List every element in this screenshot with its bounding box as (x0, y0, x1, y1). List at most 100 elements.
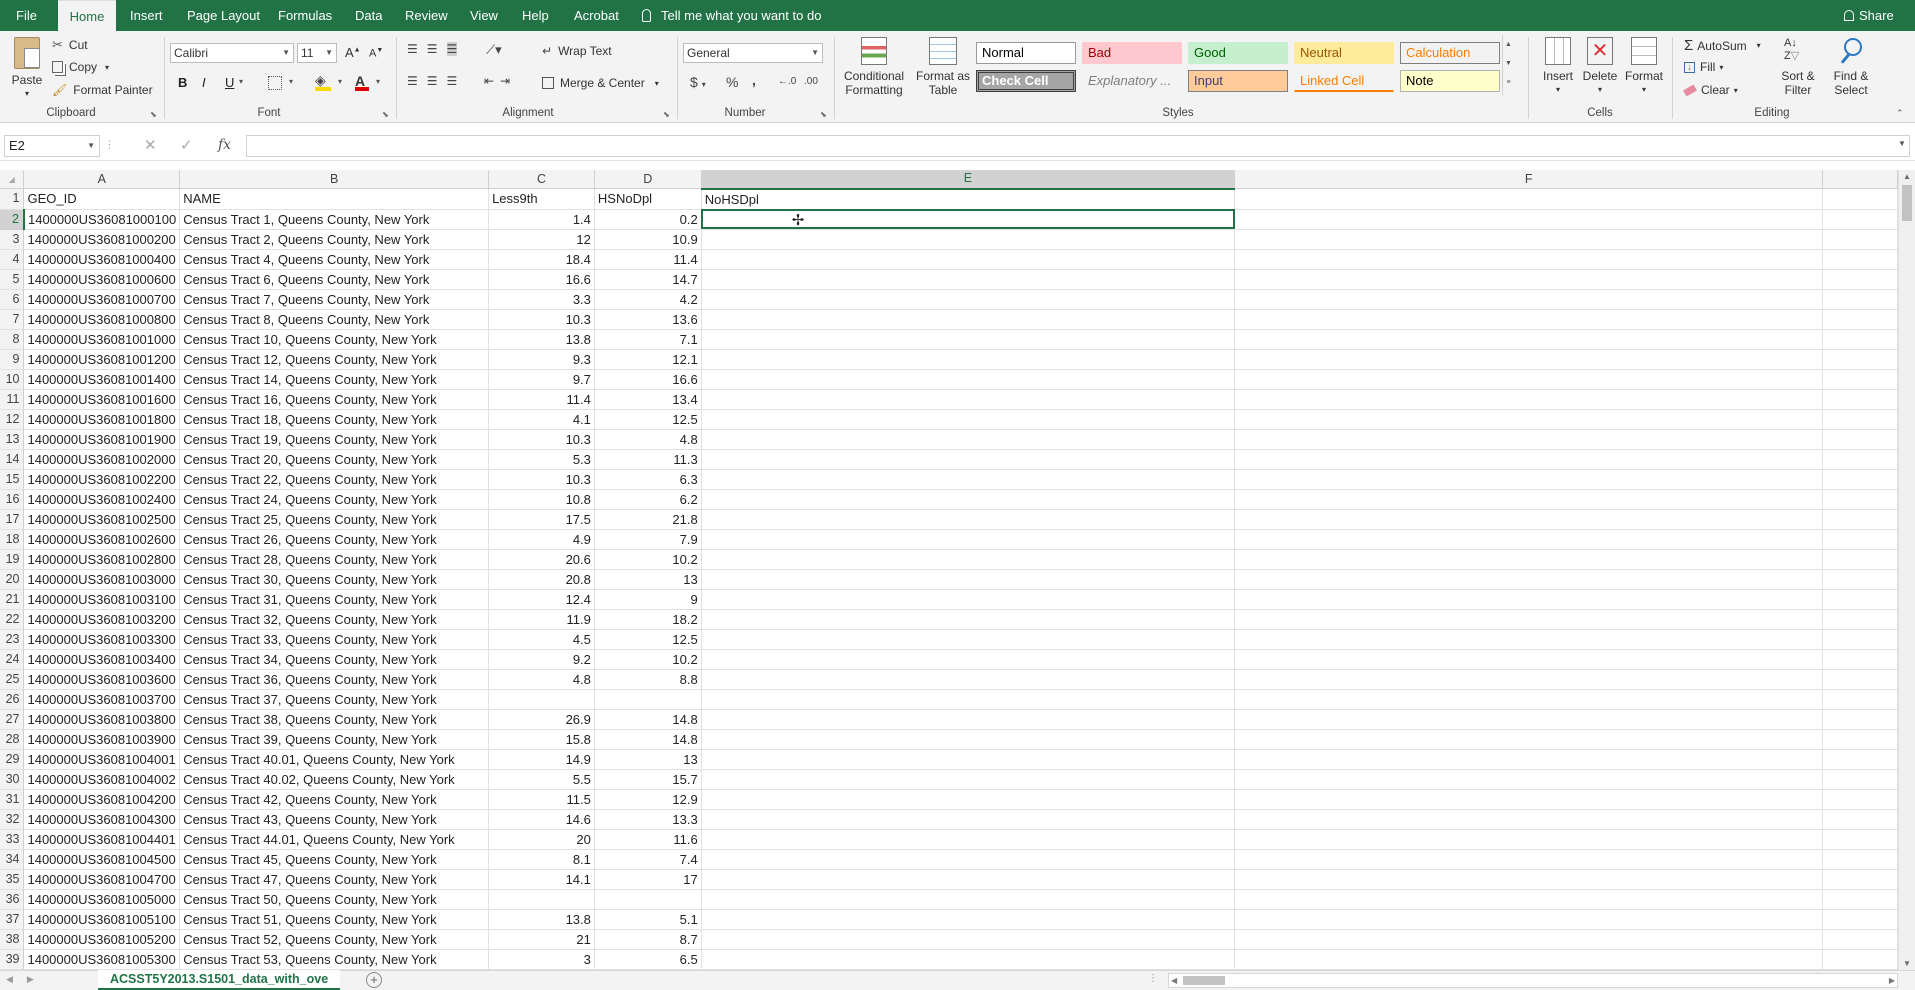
row-header[interactable]: 6 (0, 289, 24, 309)
row-header[interactable]: 34 (0, 849, 24, 869)
cell-e24[interactable] (701, 649, 1234, 669)
cell-style-note[interactable]: Note (1400, 70, 1500, 92)
cell-d32[interactable]: 13.3 (594, 809, 701, 829)
cell-f22[interactable] (1235, 609, 1823, 629)
cell-b10[interactable]: Census Tract 14, Queens County, New York (180, 369, 489, 389)
cell-b2[interactable]: Census Tract 1, Queens County, New York (180, 209, 489, 229)
scroll-down-icon[interactable]: ▼ (1899, 959, 1915, 968)
cell-f7[interactable] (1235, 309, 1823, 329)
cell-b35[interactable]: Census Tract 47, Queens County, New York (180, 869, 489, 889)
paste-button[interactable]: Paste ▾ (8, 37, 46, 101)
cell-b21[interactable]: Census Tract 31, Queens County, New York (180, 589, 489, 609)
cell-c36[interactable] (489, 889, 595, 909)
cell-d24[interactable]: 10.2 (594, 649, 701, 669)
row-header[interactable]: 18 (0, 529, 24, 549)
column-header-f[interactable]: F (1235, 170, 1823, 189)
cell-d34[interactable]: 7.4 (594, 849, 701, 869)
cell-c25[interactable]: 4.8 (489, 669, 595, 689)
cell-f13[interactable] (1235, 429, 1823, 449)
cell-c12[interactable]: 4.1 (489, 409, 595, 429)
cell-f9[interactable] (1235, 349, 1823, 369)
cell-c7[interactable]: 10.3 (489, 309, 595, 329)
cell-c35[interactable]: 14.1 (489, 869, 595, 889)
row-header[interactable]: 5 (0, 269, 24, 289)
tab-formulas[interactable]: Formulas (278, 0, 332, 31)
cell-a6[interactable]: 1400000US36081000700 (24, 289, 180, 309)
cell-d35[interactable]: 17 (594, 869, 701, 889)
cell-style-calculation[interactable]: Calculation (1400, 42, 1500, 64)
row-header[interactable]: 36 (0, 889, 24, 909)
currency-button[interactable]: $▾ (690, 74, 706, 90)
font-name-combo[interactable]: Calibri▼ (170, 43, 294, 63)
cell-b6[interactable]: Census Tract 7, Queens County, New York (180, 289, 489, 309)
cell-c20[interactable]: 20.8 (489, 569, 595, 589)
format-painter-button[interactable]: 🖌Format Painter (52, 83, 153, 97)
cell-d3[interactable]: 10.9 (594, 229, 701, 249)
cell-f14[interactable] (1235, 449, 1823, 469)
cell-a14[interactable]: 1400000US36081002000 (24, 449, 180, 469)
tab-data[interactable]: Data (355, 0, 382, 31)
cell-style-bad[interactable]: Bad (1082, 42, 1182, 64)
sheet-tab-active[interactable]: ACSST5Y2013.S1501_data_with_ove (98, 970, 340, 990)
cell-e8[interactable] (701, 329, 1234, 349)
cell-b23[interactable]: Census Tract 33, Queens County, New York (180, 629, 489, 649)
cell-b31[interactable]: Census Tract 42, Queens County, New York (180, 789, 489, 809)
percent-button[interactable]: % (726, 74, 738, 90)
cell-c1[interactable]: Less9th (489, 189, 595, 210)
indent-icons[interactable]: ⇤⇥ (484, 74, 516, 88)
cell-c27[interactable]: 26.9 (489, 709, 595, 729)
cell-e39[interactable] (701, 949, 1234, 969)
borders-icon[interactable] (268, 76, 282, 90)
cell-d13[interactable]: 4.8 (594, 429, 701, 449)
cell-c24[interactable]: 9.2 (489, 649, 595, 669)
cell-d38[interactable]: 8.7 (594, 929, 701, 949)
formula-input[interactable] (246, 135, 1910, 157)
cell-f30[interactable] (1235, 769, 1823, 789)
row-header[interactable]: 15 (0, 469, 24, 489)
cell-c14[interactable]: 5.3 (489, 449, 595, 469)
collapse-ribbon-icon[interactable]: ⌃ (1896, 108, 1904, 119)
cell-f17[interactable] (1235, 509, 1823, 529)
bold-button[interactable]: B (178, 75, 187, 90)
tab-page-layout[interactable]: Page Layout (187, 0, 260, 31)
merge-center-button[interactable]: Merge & Center▾ (542, 76, 659, 90)
cell-c2[interactable]: 1.4 (489, 209, 595, 229)
column-header-c[interactable]: C (489, 170, 595, 189)
cell-d33[interactable]: 11.6 (594, 829, 701, 849)
row-header[interactable]: 23 (0, 629, 24, 649)
vertical-scrollbar[interactable]: ▲ ▼ (1898, 170, 1915, 970)
cell-f4[interactable] (1235, 249, 1823, 269)
row-header[interactable]: 9 (0, 349, 24, 369)
cell-f19[interactable] (1235, 549, 1823, 569)
cell-e12[interactable] (701, 409, 1234, 429)
cell-f31[interactable] (1235, 789, 1823, 809)
chevron-down-icon[interactable]: ▾ (338, 77, 342, 86)
cell-d8[interactable]: 7.1 (594, 329, 701, 349)
cell-e18[interactable] (701, 529, 1234, 549)
cell-f10[interactable] (1235, 369, 1823, 389)
cell-c17[interactable]: 17.5 (489, 509, 595, 529)
cell-a15[interactable]: 1400000US36081002200 (24, 469, 180, 489)
cell-e35[interactable] (701, 869, 1234, 889)
cell-f24[interactable] (1235, 649, 1823, 669)
cell-d36[interactable] (594, 889, 701, 909)
cell-c3[interactable]: 12 (489, 229, 595, 249)
cell-e16[interactable] (701, 489, 1234, 509)
row-header[interactable]: 19 (0, 549, 24, 569)
cell-b18[interactable]: Census Tract 26, Queens County, New York (180, 529, 489, 549)
cell-a35[interactable]: 1400000US36081004700 (24, 869, 180, 889)
cell-a24[interactable]: 1400000US36081003400 (24, 649, 180, 669)
cell-e22[interactable] (701, 609, 1234, 629)
cell-b32[interactable]: Census Tract 43, Queens County, New York (180, 809, 489, 829)
cell-c39[interactable]: 3 (489, 949, 595, 969)
enter-check-icon[interactable]: ✓ (180, 136, 193, 154)
column-header-b[interactable]: B (180, 170, 489, 189)
cell-e27[interactable] (701, 709, 1234, 729)
cell-e32[interactable] (701, 809, 1234, 829)
cell-e20[interactable] (701, 569, 1234, 589)
cell-a7[interactable]: 1400000US36081000800 (24, 309, 180, 329)
cell-c4[interactable]: 18.4 (489, 249, 595, 269)
cell-d28[interactable]: 14.8 (594, 729, 701, 749)
cell-a31[interactable]: 1400000US36081004200 (24, 789, 180, 809)
chevron-down-icon[interactable]: ▾ (376, 77, 380, 86)
